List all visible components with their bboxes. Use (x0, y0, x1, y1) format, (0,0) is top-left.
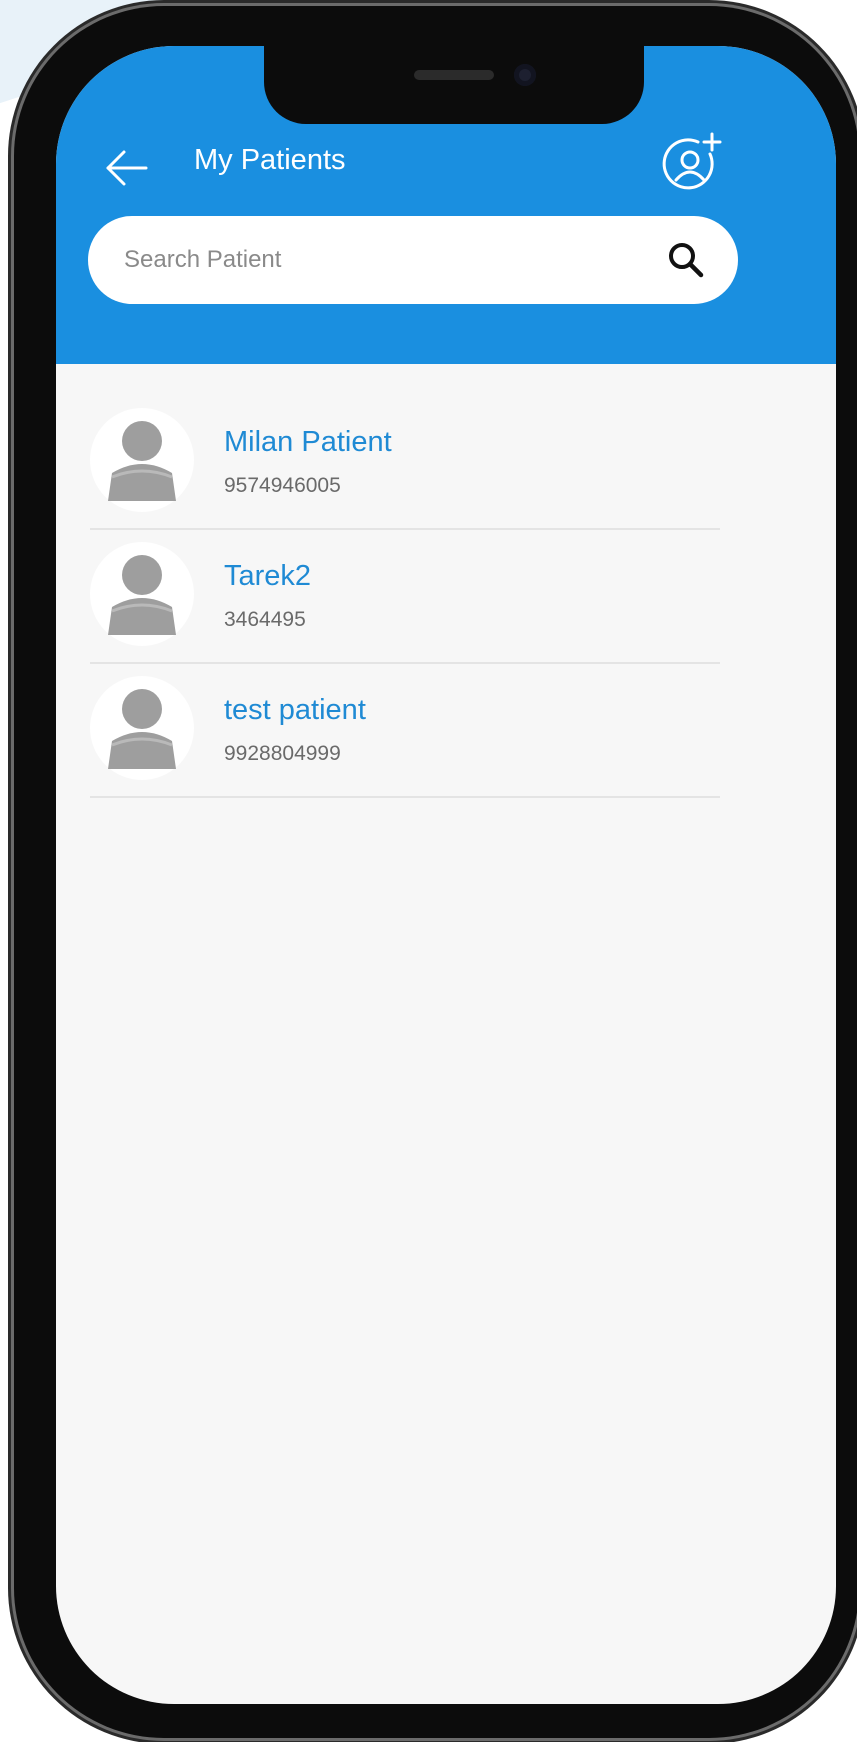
search-input[interactable] (122, 245, 626, 275)
user-placeholder-icon (108, 555, 176, 635)
phone-notch (264, 46, 644, 124)
front-camera (514, 64, 536, 86)
page-title: My Patients (194, 144, 346, 176)
speaker-grille (414, 70, 494, 80)
patient-row[interactable]: test patient 9928804999 (90, 662, 720, 798)
search-icon[interactable] (664, 238, 708, 282)
add-patient-button[interactable] (656, 128, 728, 200)
patient-phone: 9574946005 (224, 474, 341, 497)
user-placeholder-icon (108, 421, 176, 501)
patient-row[interactable]: Tarek2 3464495 (90, 528, 720, 664)
back-button[interactable] (96, 138, 156, 198)
phone-frame: My Patients Search Patient Milan Patient… (14, 6, 857, 1738)
patient-phone: 9928804999 (224, 742, 341, 765)
search-bar (88, 216, 738, 304)
avatar (90, 408, 194, 512)
add-user-icon (662, 132, 722, 190)
screen: My Patients Search Patient Milan Patient… (56, 46, 836, 1704)
patient-row[interactable]: Milan Patient 9574946005 (90, 394, 720, 530)
avatar (90, 676, 194, 780)
arrow-left-icon (106, 150, 148, 186)
avatar (90, 542, 194, 646)
patient-name: Tarek2 (224, 560, 312, 592)
patient-name: Milan Patient (224, 426, 392, 458)
user-placeholder-icon (108, 689, 176, 769)
stage: My Patients Search Patient Milan Patient… (0, 0, 857, 1742)
patient-name: test patient (224, 694, 366, 726)
patient-phone: 3464495 (224, 608, 306, 631)
